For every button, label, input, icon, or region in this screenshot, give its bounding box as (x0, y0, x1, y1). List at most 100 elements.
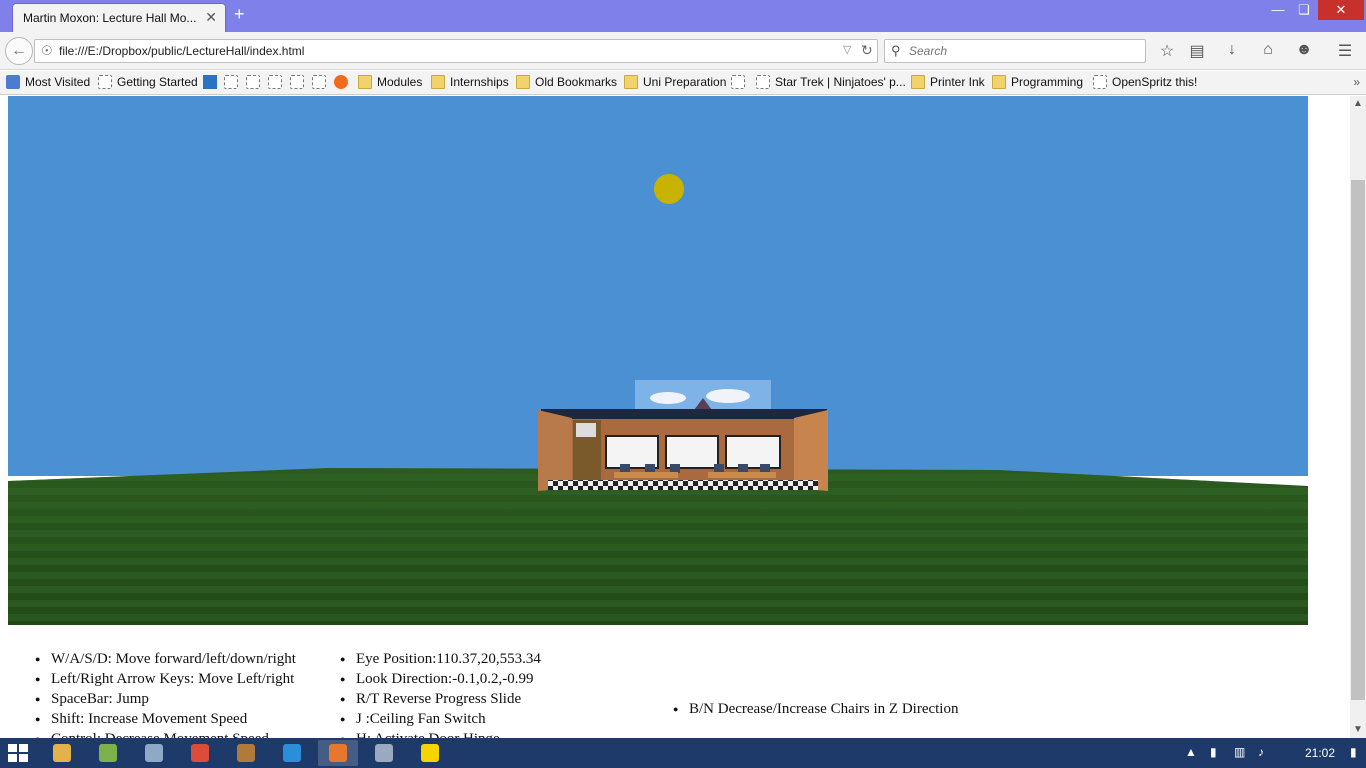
control-hint: B/N Decrease/Increase Chairs in Z Direct… (673, 699, 958, 719)
page-icon (1093, 75, 1107, 89)
hall-right-wall (794, 410, 828, 491)
close-window-button[interactable]: ✕ (1318, 0, 1364, 20)
sun (654, 174, 684, 204)
control-hint: Control: Decrease Movement Speed (35, 729, 296, 738)
bookmark-item[interactable]: Old Bookmarks (516, 75, 617, 89)
webgl-canvas[interactable] (8, 96, 1308, 625)
writer-icon (283, 744, 301, 762)
bookmark-label: Star Trek | Ninjatoes' p... (775, 75, 906, 89)
file-explorer-icon (53, 744, 71, 762)
hall-floor (548, 480, 818, 490)
bookmark-item[interactable]: Modules (358, 75, 422, 89)
paint-icon (375, 744, 393, 762)
page-icon (731, 75, 745, 89)
fire-icon (334, 75, 348, 89)
taskbar-file-explorer-button[interactable] (42, 740, 82, 766)
taskbar-terminal-button[interactable] (226, 740, 266, 766)
volume-icon[interactable]: ♪ (1258, 745, 1264, 759)
control-hint: W/A/S/D: Move forward/left/down/right (35, 649, 296, 669)
bookmark-item[interactable]: Star Trek | Ninjatoes' p... (756, 75, 906, 89)
bookmark-item[interactable] (312, 75, 331, 89)
page-icon (290, 75, 304, 89)
search-bar[interactable]: ⚲ (884, 39, 1146, 63)
reload-icon[interactable]: ↻ (861, 42, 873, 59)
visited-icon (6, 75, 20, 89)
new-tab-icon[interactable]: + (234, 4, 245, 25)
control-hint: SpaceBar: Jump (35, 689, 296, 709)
bookmark-item[interactable]: OpenSpritz this! (1093, 75, 1197, 89)
bookmark-item[interactable] (268, 75, 287, 89)
controls-list-1: W/A/S/D: Move forward/left/down/rightLef… (35, 649, 296, 738)
control-hint: H: Activate Door Hinge (340, 729, 541, 738)
folder-icon (992, 75, 1006, 89)
bookmark-label: Old Bookmarks (535, 75, 618, 89)
folder-icon (431, 75, 445, 89)
page-icon (756, 75, 770, 89)
bookmark-label: Programming (1011, 75, 1084, 89)
bookmark-label: Internships (450, 75, 509, 89)
bookmark-item[interactable] (203, 75, 222, 89)
scroll-down-icon[interactable]: ▼ (1350, 722, 1366, 738)
taskbar-notepad-button[interactable] (88, 740, 128, 766)
bookmark-item[interactable] (334, 75, 353, 89)
bookmark-label: OpenSpritz this! (1112, 75, 1198, 89)
taskbar-firefox-button[interactable] (318, 740, 358, 766)
url-text[interactable]: file:///E:/Dropbox/public/LectureHall/in… (59, 44, 304, 58)
bookmark-item[interactable]: Uni Preparation (624, 75, 726, 89)
bookmark-star-icon[interactable]: ☆ (1156, 41, 1178, 61)
notifications-icon[interactable]: ▮ (1350, 745, 1357, 759)
tray-chevron-icon[interactable]: ▲ (1185, 745, 1197, 759)
bookmark-item[interactable] (731, 75, 750, 89)
taskbar-paint-button[interactable] (364, 740, 404, 766)
scroll-up-icon[interactable]: ▲ (1350, 96, 1366, 112)
page-icon (246, 75, 260, 89)
home-icon[interactable]: ⌂ (1257, 41, 1279, 59)
menu-icon[interactable]: ☰ (1334, 41, 1356, 61)
bookmark-label: Uni Preparation (643, 75, 727, 89)
windows-start-icon[interactable] (8, 744, 28, 762)
control-hint: Shift: Increase Movement Speed (35, 709, 296, 729)
bookmark-item[interactable]: Getting Started (98, 75, 198, 89)
bookmark-item[interactable] (224, 75, 243, 89)
whiteboard-1 (605, 435, 659, 469)
bookmark-item[interactable]: Internships (431, 75, 509, 89)
taskbar-messenger-button[interactable] (410, 740, 450, 766)
network-icon[interactable]: ▥ (1234, 745, 1245, 759)
hello-icon[interactable]: ☻ (1293, 41, 1315, 59)
chrome-icon (191, 744, 209, 762)
search-input[interactable] (909, 44, 1129, 58)
bookmarks-overflow-icon[interactable]: » (1353, 75, 1360, 89)
maximize-button[interactable]: ❏ (1292, 0, 1316, 20)
page-icon (224, 75, 238, 89)
bookmark-item[interactable] (246, 75, 265, 89)
taskbar: ▲ ▮ ▥ ♪ 21:02 ▮ (0, 738, 1366, 768)
scroll-thumb[interactable] (1351, 180, 1365, 700)
bookmark-item[interactable]: Programming (992, 75, 1083, 89)
navigation-bar: ← ☉ file:///E:/Dropbox/public/LectureHal… (0, 32, 1366, 70)
tab-close-icon[interactable]: ✕ (205, 9, 217, 26)
browser-tab[interactable]: Martin Moxon: Lecture Hall Mo... ✕ (12, 3, 226, 32)
taskbar-writer-button[interactable] (272, 740, 312, 766)
remote-desktop-icon (145, 744, 163, 762)
page-scrollbar[interactable]: ▲ ▼ (1350, 96, 1366, 738)
minimize-button[interactable]: — (1266, 0, 1290, 20)
outlook-icon (203, 75, 217, 89)
reading-list-icon[interactable]: ▤ (1186, 41, 1208, 61)
folder-icon (516, 75, 530, 89)
back-button[interactable]: ← (5, 37, 33, 65)
url-bar[interactable]: ☉ file:///E:/Dropbox/public/LectureHall/… (34, 39, 878, 63)
controls-list-2: Eye Position:110.37,20,553.34Look Direct… (340, 649, 541, 738)
power-icon[interactable]: ▮ (1210, 745, 1217, 759)
url-dropdown-icon[interactable]: ▽ (843, 43, 851, 56)
clock[interactable]: 21:02 (1305, 746, 1335, 760)
bookmark-item[interactable]: Most Visited (6, 75, 90, 89)
bookmarks-toolbar: » Most Visited Getting Started Modules Inte… (0, 71, 1366, 95)
bookmark-label: Most Visited (25, 75, 91, 89)
taskbar-remote-desktop-button[interactable] (134, 740, 174, 766)
bookmark-item[interactable]: Printer Ink (911, 75, 985, 89)
firefox-icon (329, 744, 347, 762)
bookmark-label: Getting Started (117, 75, 198, 89)
bookmark-item[interactable] (290, 75, 309, 89)
taskbar-chrome-button[interactable] (180, 740, 220, 766)
download-icon[interactable]: ↓ (1221, 41, 1243, 59)
